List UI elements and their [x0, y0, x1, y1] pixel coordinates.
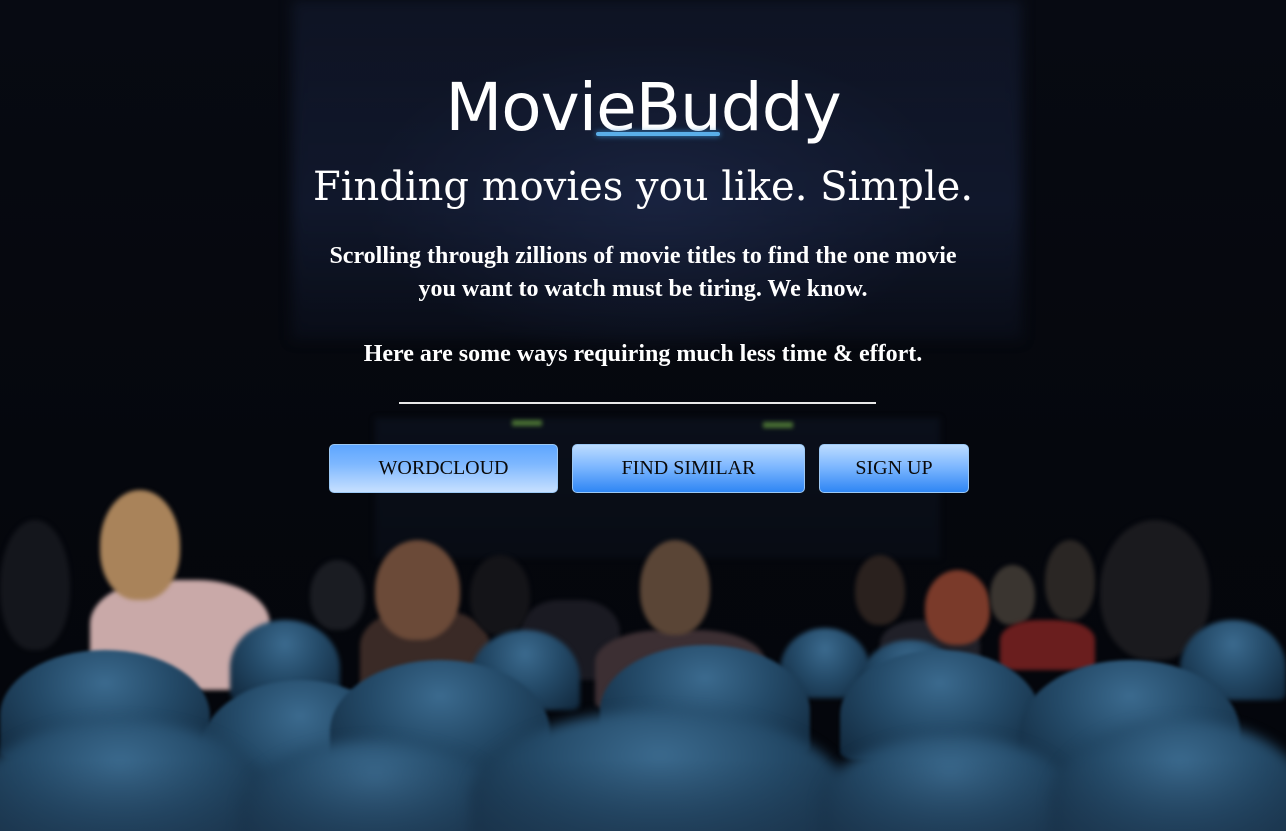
sign-up-button[interactable]: SIGN UP	[819, 444, 969, 493]
brand-logo: MovieBuddy	[445, 69, 841, 146]
exit-sign-left	[512, 420, 542, 426]
logo-underline	[596, 132, 720, 136]
divider	[399, 402, 876, 404]
landing-page: MovieBuddy Finding movies you like. Simp…	[0, 0, 1286, 831]
exit-sign-right	[763, 422, 793, 428]
tagline: Finding movies you like. Simple.	[312, 164, 974, 210]
find-similar-button[interactable]: FIND SIMILAR	[572, 444, 805, 493]
hero-description: Scrolling through zillions of movie titl…	[329, 243, 957, 302]
wordcloud-button[interactable]: WORDCLOUD	[329, 444, 558, 493]
hero-sub-description: Here are some ways requiring much less t…	[363, 341, 923, 367]
